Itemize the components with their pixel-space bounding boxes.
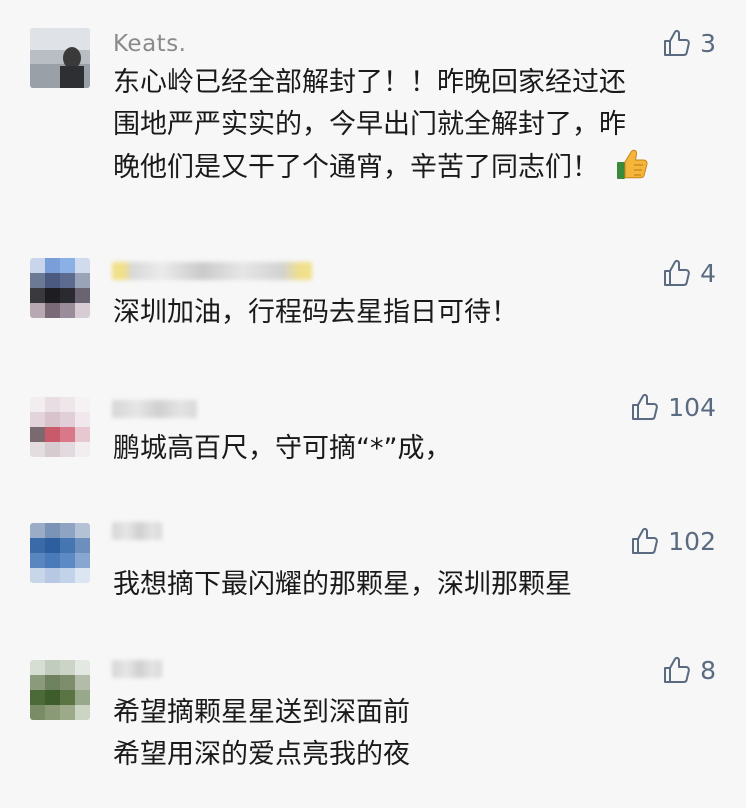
avatar[interactable] [30,660,90,720]
like-count: 8 [700,655,716,685]
thumbs-up-emoji-icon [616,149,648,179]
comment-line: 我想摘下最闪耀的那颗星，深圳那颗星 [113,569,572,600]
comment-line: 鹏城高百尺，守可摘“*”成， [113,433,452,464]
like-count: 3 [700,28,716,58]
thumbs-up-icon [664,259,690,286]
comment-line: 希望用深的爱点亮我的夜 [113,739,410,770]
comment-line-with-emoji: 晚他们是又干了个通宵，辛苦了同志们！ [113,146,713,189]
comment-line: 东心岭已经全部解封了！！昨晚回家经过还 [113,67,626,98]
avatar[interactable] [30,523,90,583]
thumbs-up-icon [632,527,659,554]
like-count: 102 [668,526,716,556]
like-button[interactable]: 104 [630,392,716,422]
like-count: 4 [700,258,716,288]
thumbs-up-icon [664,656,690,683]
avatar[interactable] [30,258,90,318]
like-button[interactable]: 102 [630,526,716,556]
like-button[interactable]: 4 [662,258,716,288]
commenter-name-blurred[interactable] [112,522,162,540]
avatar-photo [30,28,90,88]
comment-line: 深圳加油，行程码去星指日可待！ [113,297,518,328]
comment-text: 我想摘下最闪耀的那颗星，深圳那颗星 [113,564,713,606]
commenter-name[interactable]: Keats. [113,31,187,57]
commenter-name-blurred[interactable] [112,660,162,678]
comment-line: 晚他们是又干了个通宵，辛苦了同志们！ [113,152,599,183]
thumbs-up-icon [664,29,690,56]
commenter-name-blurred[interactable] [112,262,312,280]
thumbs-up-icon [632,393,659,420]
like-count: 104 [668,392,716,422]
comment-text: 鹏城高百尺，守可摘“*”成， [113,428,713,470]
comment-text: 东心岭已经全部解封了！！昨晚回家经过还 围地严严实实的，今早出门就全解封了，昨 … [113,62,713,189]
comment-text: 希望摘颗星星送到深面前 希望用深的爱点亮我的夜 [113,692,713,776]
comment-line: 希望摘颗星星送到深面前 [113,697,410,728]
like-button[interactable]: 8 [662,655,716,685]
comment-text: 深圳加油，行程码去星指日可待！ [113,292,713,334]
avatar[interactable] [30,397,90,457]
commenter-name-blurred[interactable] [112,400,197,418]
avatar[interactable] [30,28,90,88]
comment-line: 围地严严实实的，今早出门就全解封了，昨 [113,109,626,140]
like-button[interactable]: 3 [662,28,716,58]
